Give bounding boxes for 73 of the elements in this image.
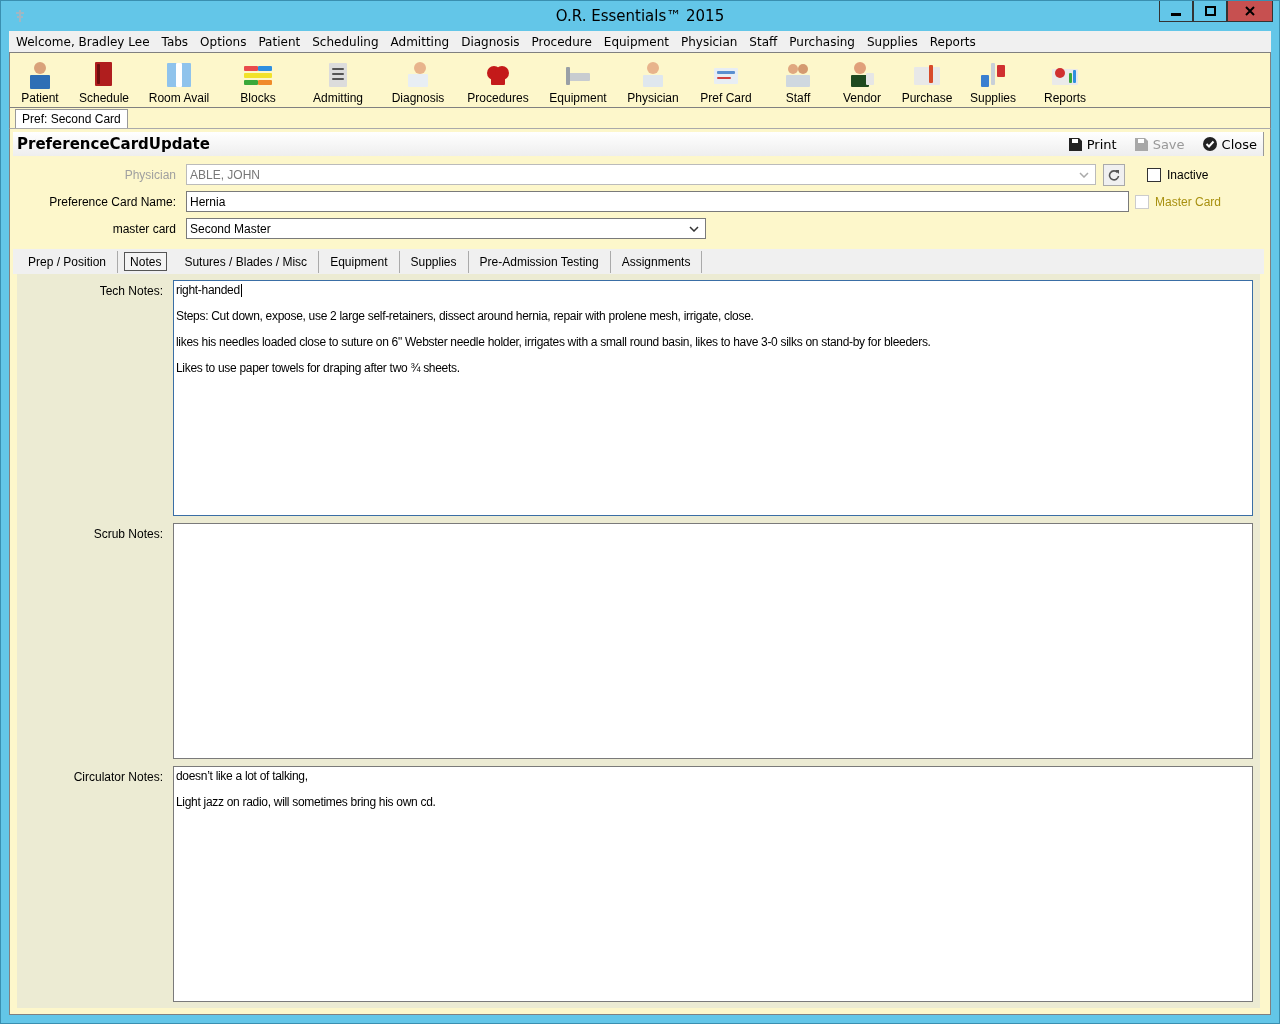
tab[interactable]: Supplies	[399, 250, 469, 273]
document-tab[interactable]: Pref: Second Card	[15, 109, 128, 128]
form-title: PreferenceCardUpdate	[17, 135, 210, 153]
window-title: O.R. Essentials™ 2015	[555, 7, 725, 25]
tab[interactable]: Equipment	[319, 250, 400, 273]
field-label: master card	[111, 221, 177, 236]
checkbox-label: Master Card	[1155, 194, 1222, 209]
menu-item[interactable]: Diagnosis	[456, 34, 527, 49]
menu-item[interactable]: Equipment	[598, 34, 676, 49]
note-text: right-handed	[176, 283, 240, 298]
toolbar-button[interactable]: Staff	[764, 59, 832, 105]
minimize-button[interactable]	[1159, 1, 1193, 22]
chevron-down-icon	[1079, 171, 1089, 178]
notes-field[interactable]: doesn’t like a lot of talking, Light jazz on radio, will sometimes bring his own cd.	[173, 766, 1253, 1002]
toolbar-button[interactable]: Patient	[12, 59, 68, 105]
print-button[interactable]: Print	[1068, 136, 1117, 152]
tab[interactable]: Notes	[124, 252, 168, 271]
menu-item[interactable]: Reports	[924, 34, 983, 49]
note-text: Likes to use paper towels for draping after two ¾ sheets.	[176, 361, 460, 376]
menu-item[interactable]: Welcome, Bradley Lee	[11, 34, 157, 49]
menu-item[interactable]: Tabs	[156, 34, 196, 49]
app-icon	[13, 9, 27, 23]
note-text: Light jazz on radio, will sometimes bring his own cd.	[176, 795, 436, 810]
close-button[interactable]: Close	[1202, 136, 1257, 152]
tab[interactable]: Prep / Position	[17, 250, 119, 273]
close-button[interactable]	[1227, 1, 1273, 22]
toolbar-button[interactable]: Purchase	[892, 59, 962, 105]
note-text: Steps: Cut down, expose, use 2 large self-retainers, dissect around hernia, repair with prolene mesh, irrigate, close.	[176, 309, 754, 324]
menu-item[interactable]: Scheduling	[307, 34, 386, 49]
toolbar-button[interactable]: Admitting	[298, 59, 378, 105]
toolbar-button[interactable]: Reports	[1024, 59, 1106, 105]
minimize-icon	[1171, 13, 1181, 16]
toolbar-button[interactable]: Room Avail	[140, 59, 218, 105]
field-label: Tech Notes:	[98, 283, 164, 300]
field-label: Scrub Notes:	[92, 526, 164, 543]
toolbar-button[interactable]: Physician	[618, 59, 688, 105]
field-label: Physician	[123, 167, 177, 182]
field-label: Circulator Notes:	[72, 769, 164, 786]
close-icon	[1245, 6, 1255, 16]
toolbar-button[interactable]: Procedures	[458, 59, 538, 105]
menu-item[interactable]: Admitting	[385, 34, 457, 49]
refresh-icon	[1108, 168, 1120, 181]
toolbar-button[interactable]: Schedule	[68, 59, 140, 105]
toolbar-button[interactable]: Pref Card	[688, 59, 764, 105]
maximize-button[interactable]	[1193, 1, 1227, 22]
toolbar-button[interactable]: Supplies	[962, 59, 1024, 105]
note-text: doesn’t like a lot of talking,	[176, 769, 308, 784]
toolbar-button[interactable]: Diagnosis	[378, 59, 458, 105]
notes-field[interactable]	[173, 280, 1253, 516]
field-label: Preference Card Name:	[48, 194, 177, 209]
menu-item[interactable]: Patient	[253, 34, 308, 49]
notes-field[interactable]	[173, 523, 1253, 759]
checkbox-label: Inactive	[1167, 167, 1209, 182]
checkmark-icon	[1202, 137, 1217, 151]
tab[interactable]: Sutures / Blades / Misc	[173, 250, 320, 273]
menu-item[interactable]: Physician	[675, 34, 745, 49]
toolbar-button[interactable]: Blocks	[218, 59, 298, 105]
card-name-field[interactable]: Hernia	[186, 191, 1129, 212]
menu-item[interactable]: Staff	[744, 34, 785, 49]
menu-item[interactable]: Procedure	[526, 34, 599, 49]
toolbar-button[interactable]: Equipment	[538, 59, 618, 105]
refresh-button[interactable]	[1103, 163, 1125, 186]
menu-item[interactable]: Purchasing	[784, 34, 862, 49]
toolbar-button[interactable]: Vendor	[832, 59, 892, 105]
tab[interactable]: Pre-Admission Testing	[468, 250, 611, 273]
text-cursor	[240, 284, 242, 297]
chevron-down-icon	[689, 225, 699, 232]
maximize-icon	[1204, 6, 1216, 16]
master-card-dropdown[interactable]: Second Master	[186, 218, 706, 239]
menu-item[interactable]: Supplies	[862, 34, 925, 49]
menu-item[interactable]: Options	[195, 34, 254, 49]
note-text: likes his needles loaded close to suture on 6" Webster needle holder, irrigates with a small round basin, likes to have 3-0 silks on stand-by for bleeders.	[176, 335, 931, 350]
tab[interactable]: Assignments	[610, 250, 703, 273]
